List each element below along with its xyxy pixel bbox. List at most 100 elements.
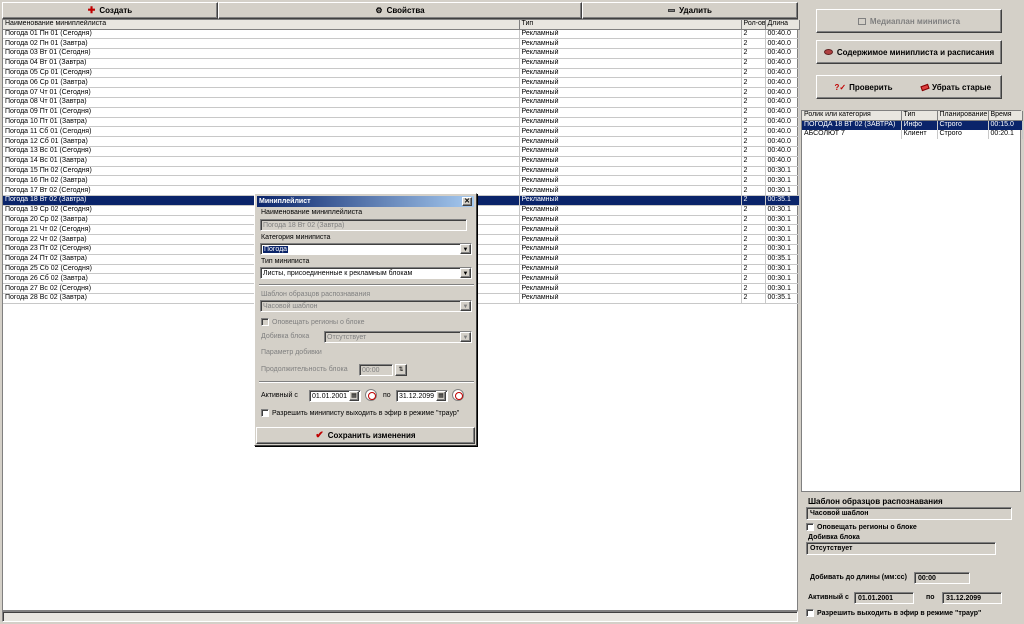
time-picker-icon: ⇅ [395, 364, 407, 376]
notify-checkbox-row[interactable]: Оповещать регионы о блоке [806, 523, 917, 531]
cell-count: 2 [741, 136, 766, 148]
table-row[interactable]: Погода 11 Сб 01 (Сегодня) Рекламный 2 00:40… [3, 126, 800, 138]
calendar-icon[interactable]: ▦ [436, 391, 446, 401]
remove-old-button[interactable]: Убрать старые [910, 76, 1002, 98]
column-header-length[interactable]: Длина [765, 20, 800, 30]
cell-type: Рекламный [519, 166, 742, 177]
cell-length: 00:40.0 [765, 29, 800, 40]
cell-type: Рекламный [519, 175, 742, 187]
cell-type: Рекламный [519, 29, 742, 40]
content-header-time[interactable]: Время [988, 111, 1023, 121]
clock-icon[interactable] [452, 389, 464, 401]
column-header-type[interactable]: Тип [519, 20, 742, 30]
disk-icon [823, 49, 833, 55]
allow-mourning-row[interactable]: Разрешить выходить в эфир в режиме "трау… [806, 609, 981, 617]
cell-length: 00:30.1 [765, 215, 800, 226]
content-schedule-button[interactable]: Содержимое миниплиста и расписания [816, 40, 1002, 64]
details-pane: Медиаплан миниписта Содержимое миниплист… [800, 0, 1024, 624]
table-row[interactable]: Погода 04 Вт 01 (Завтра) Рекламный 2 00:40.… [3, 58, 800, 69]
cell-type: Рекламный [519, 107, 742, 118]
cell-type: Рекламный [519, 264, 742, 275]
cell-name: Погода 04 Вт 01 (Завтра) [3, 58, 520, 69]
fill-select: Отсутствует ▼ [324, 331, 472, 343]
cell-type: Рекламный [519, 68, 742, 79]
table-row[interactable]: Погода 14 Вс 01 (Завтра) Рекламный 2 00:40.… [3, 156, 800, 167]
chevron-down-icon[interactable]: ▼ [460, 268, 471, 278]
content-table[interactable]: Ролик или категория Тип Планирование Вре… [801, 110, 1023, 492]
table-row[interactable]: Погода 08 Чт 01 (Завтра) Рекламный 2 00:40.… [3, 97, 800, 108]
category-select[interactable]: Погода ▼ [260, 243, 472, 255]
table-row[interactable]: Погода 01 Пн 01 (Сегодня) Рекламный 2 00:40… [3, 29, 800, 40]
content-row[interactable]: АБСОЛЮТ 7 Клиент Строго 00:20.1 [802, 129, 1023, 139]
cell-count: 2 [741, 38, 766, 50]
cell-length: 00:30.1 [765, 224, 800, 236]
check-actions-group: ?✓ Проверить Убрать старые [816, 75, 1002, 99]
table-row[interactable]: Погода 12 Сб 01 (Завтра) Рекламный 2 00:40.… [3, 136, 800, 148]
cell-name: Погода 09 Пт 01 (Сегодня) [3, 107, 520, 118]
mediaplan-button[interactable]: Медиаплан миниписта [816, 9, 1002, 33]
content-header-item[interactable]: Ролик или категория [802, 111, 902, 121]
cell-count: 2 [741, 156, 766, 167]
cell-length: 00:30.1 [765, 244, 800, 255]
notify-checkbox[interactable] [806, 523, 814, 531]
table-row[interactable]: Погода 09 Пт 01 (Сегодня) Рекламный 2 00:40… [3, 107, 800, 118]
properties-button[interactable]: ⚙ Свойства [218, 2, 582, 19]
save-button[interactable]: ✔ Сохранить изменения [256, 427, 475, 444]
name-label: Наименование миниплейлиста [261, 209, 363, 216]
calendar-icon [857, 17, 866, 25]
type-select[interactable]: Листы, присоединенные к рекламным блокам… [260, 267, 472, 279]
cell-count: 2 [741, 29, 766, 40]
cell-length: 00:40.0 [765, 146, 800, 157]
cell-type: Рекламный [519, 185, 742, 197]
cell-planning: Строго [937, 129, 989, 139]
active-from-label: Активный с [261, 392, 298, 399]
cell-count: 2 [741, 264, 766, 275]
active-from-input[interactable]: 01.01.2001 ▦ [309, 390, 361, 402]
save-button-label: Сохранить изменения [327, 431, 416, 440]
allow-mourning-row[interactable]: Разрешить миниписту выходить в эфир в ре… [261, 409, 459, 417]
column-header-name[interactable]: Наименование миниплейлиста [3, 20, 520, 30]
table-row[interactable]: Погода 05 Ср 01 (Сегодня) Рекламный 2 00:40… [3, 68, 800, 79]
content-header-planning[interactable]: Планирование [937, 111, 989, 121]
block-length-input: 00:00 [359, 364, 393, 376]
table-row[interactable]: Погода 10 Пт 01 (Завтра) Рекламный 2 00:40.… [3, 117, 800, 128]
cell-type: Рекламный [519, 195, 742, 206]
eraser-icon [920, 83, 930, 91]
check-button[interactable]: ?✓ Проверить [817, 76, 910, 98]
active-to-input[interactable]: 31.12.2099 ▦ [396, 390, 448, 402]
horizontal-scrollbar[interactable] [2, 611, 798, 622]
cell-length: 00:40.0 [765, 156, 800, 167]
table-row[interactable]: Погода 07 Чт 01 (Сегодня) Рекламный 2 00:40… [3, 87, 800, 99]
table-row[interactable]: Погода 15 Пн 02 (Сегодня) Рекламный 2 00:30… [3, 166, 800, 177]
content-header-type[interactable]: Тип [901, 111, 938, 121]
checkmark-icon: ✔ [315, 430, 324, 441]
content-row[interactable]: ПОГОДА 18 ВТ 02 (ЗАВТРА) Инфо Строго 00:15.… [802, 120, 1023, 130]
allow-mourning-checkbox[interactable] [261, 409, 269, 417]
table-row[interactable]: Погода 02 Пн 01 (Завтра) Рекламный 2 00:40.… [3, 38, 800, 50]
table-row[interactable]: Погода 16 Пн 02 (Завтра) Рекламный 2 00:30.… [3, 175, 800, 187]
column-header-count[interactable]: Рол-ов [741, 20, 766, 30]
name-input[interactable]: Погода 18 Вт 02 (Завтра) [260, 219, 467, 231]
dialog-titlebar[interactable]: Миниплейлист ✕ [257, 196, 474, 207]
cell-count: 2 [741, 293, 766, 304]
clock-icon[interactable] [365, 389, 377, 401]
chevron-down-icon[interactable]: ▼ [460, 244, 471, 254]
table-row[interactable]: Погода 03 Вт 01 (Сегодня) Рекламный 2 00:40… [3, 48, 800, 59]
block-length-label: Продолжительность блока [261, 366, 348, 373]
active-to-value: 31.12.2099 [399, 393, 435, 400]
table-row[interactable]: Погода 06 Ср 01 (Завтра) Рекламный 2 00:40.… [3, 77, 800, 89]
close-icon[interactable]: ✕ [462, 197, 472, 206]
cell-length: 00:40.0 [765, 136, 800, 148]
cell-time: 00:15.0 [988, 120, 1023, 130]
delete-button[interactable]: Удалить [582, 2, 798, 19]
check-button-label: Проверить [849, 82, 893, 92]
create-button[interactable]: ✚ Создать [2, 2, 218, 19]
cell-length: 00:30.1 [765, 205, 800, 216]
properties-button-label: Свойства [386, 6, 425, 15]
cell-length: 00:40.0 [765, 97, 800, 108]
calendar-icon[interactable]: ▦ [349, 391, 359, 401]
cell-count: 2 [741, 254, 766, 265]
table-row[interactable]: Погода 13 Вс 01 (Сегодня) Рекламный 2 00:40… [3, 146, 800, 157]
cell-length: 00:30.1 [765, 175, 800, 187]
allow-mourning-checkbox[interactable] [806, 609, 814, 617]
